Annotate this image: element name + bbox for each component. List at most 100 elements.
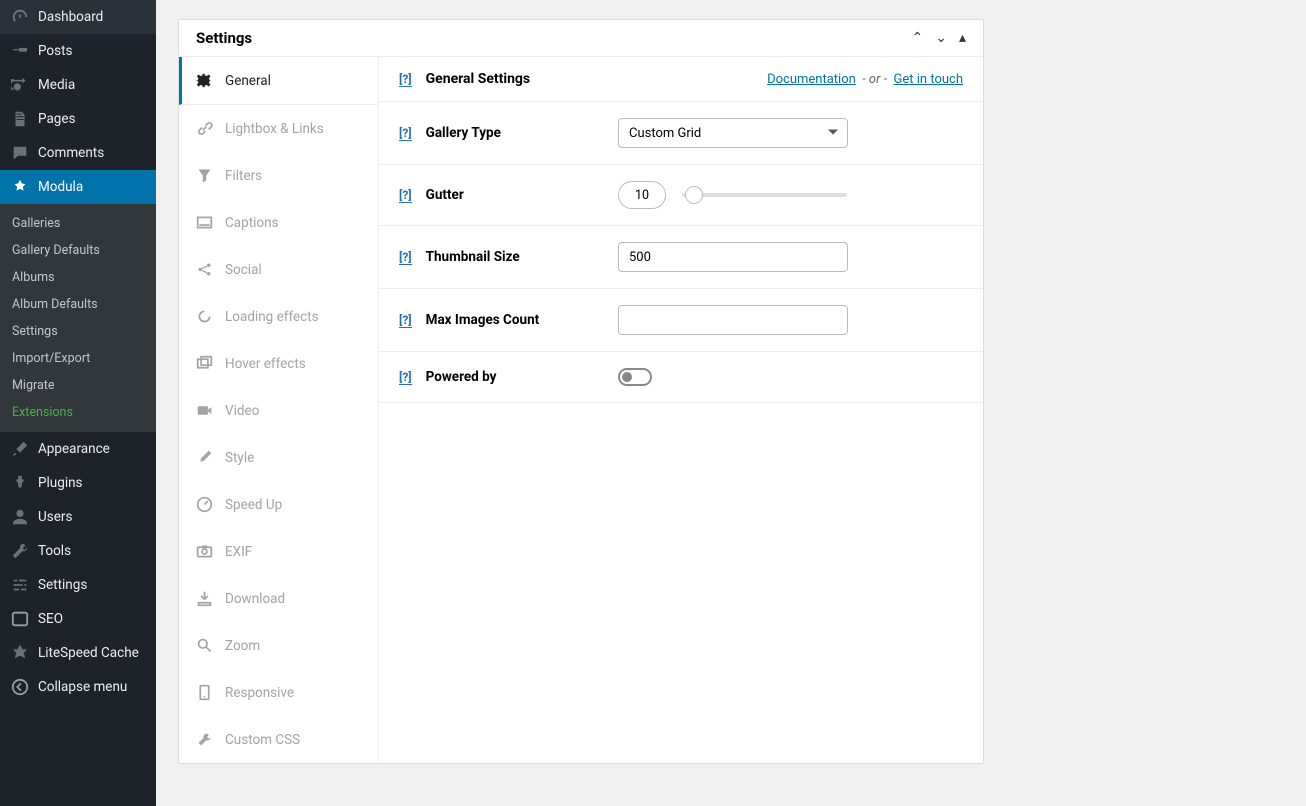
help-icon[interactable]: [?] <box>399 126 412 141</box>
tab-speed-up[interactable]: Speed Up <box>179 481 378 528</box>
sidebar-item-label: Modula <box>38 179 83 195</box>
tab-hover-effects[interactable]: Hover effects <box>179 340 378 387</box>
field-label: Max Images Count <box>426 312 540 328</box>
tab-exif[interactable]: EXIF <box>179 528 378 575</box>
loading-icon <box>196 308 213 325</box>
submenu-item-settings[interactable]: Settings <box>0 318 156 345</box>
sidebar-item-dashboard[interactable]: Dashboard <box>0 0 156 34</box>
download-icon <box>196 590 213 607</box>
tab-responsive[interactable]: Responsive <box>179 669 378 716</box>
help-icon[interactable]: [?] <box>399 72 412 87</box>
toggle-knob <box>622 372 632 382</box>
sidebar-item-media[interactable]: Media <box>0 68 156 102</box>
modula-submenu: GalleriesGallery DefaultsAlbumsAlbum Def… <box>0 204 156 432</box>
postbox-title: Settings <box>196 29 252 47</box>
tab-lightbox-links[interactable]: Lightbox & Links <box>179 105 378 152</box>
tab-filters[interactable]: Filters <box>179 152 378 199</box>
hover-icon <box>196 355 213 372</box>
sidebar-item-tools[interactable]: Tools <box>0 534 156 568</box>
postbox-body: General Lightbox & LinksFiltersCaptionsSo… <box>179 57 983 763</box>
tab-label: Video <box>225 403 259 419</box>
submenu-item-migrate[interactable]: Migrate <box>0 372 156 399</box>
settings-head: [?] General Settings Documentation - or … <box>379 57 983 102</box>
get-in-touch-link[interactable]: Get in touch <box>894 72 963 87</box>
sidebar-item-collapse-menu[interactable]: Collapse menu <box>0 670 156 704</box>
section-title: General Settings <box>426 71 531 87</box>
powered-by-toggle[interactable] <box>618 368 652 386</box>
gallery-type-select[interactable]: Custom Grid <box>618 118 848 148</box>
tab-label: Zoom <box>225 638 260 654</box>
slider-thumb[interactable] <box>685 186 703 204</box>
sidebar-item-pages[interactable]: Pages <box>0 102 156 136</box>
move-up-icon[interactable]: ⌃ <box>912 30 924 46</box>
sidebar-item-settings[interactable]: Settings <box>0 568 156 602</box>
tab-loading-effects[interactable]: Loading effects <box>179 293 378 340</box>
gutter-number-input[interactable] <box>618 181 666 209</box>
sidebar-item-label: Plugins <box>38 475 83 491</box>
sidebar-item-litespeed-cache[interactable]: LiteSpeed Cache <box>0 636 156 670</box>
submenu-item-galleries[interactable]: Galleries <box>0 210 156 237</box>
sidebar-item-label: Collapse menu <box>38 679 127 695</box>
sidebar-item-label: Users <box>38 509 72 525</box>
sidebar-item-comments[interactable]: Comments <box>0 136 156 170</box>
link-icon <box>196 120 213 137</box>
collapse-icon <box>11 678 29 696</box>
tab-label: Custom CSS <box>225 732 300 748</box>
caption-icon <box>196 214 213 231</box>
tab-video[interactable]: Video <box>179 387 378 434</box>
plug-icon <box>11 474 29 492</box>
modula-icon <box>11 178 29 196</box>
help-icon[interactable]: [?] <box>399 250 412 265</box>
media-icon <box>11 76 29 94</box>
field-label: Powered by <box>426 369 497 385</box>
zoom-icon <box>196 637 213 654</box>
brush-icon <box>11 440 29 458</box>
video-icon <box>196 402 213 419</box>
help-icon[interactable]: [?] <box>399 370 412 385</box>
submenu-item-gallery-defaults[interactable]: Gallery Defaults <box>0 237 156 264</box>
speed-icon <box>196 496 213 513</box>
submenu-item-album-defaults[interactable]: Album Defaults <box>0 291 156 318</box>
tab-zoom[interactable]: Zoom <box>179 622 378 669</box>
toggle-collapse-icon[interactable]: ▴ <box>959 30 966 46</box>
field-label: Gutter <box>426 187 464 203</box>
settings-panel: [?] General Settings Documentation - or … <box>379 57 983 763</box>
max-images-input[interactable] <box>618 305 848 335</box>
tab-download[interactable]: Download <box>179 575 378 622</box>
sidebar-item-seo[interactable]: SEO <box>0 602 156 636</box>
submenu-item-import-export[interactable]: Import/Export <box>0 345 156 372</box>
help-icon[interactable]: [?] <box>399 188 412 203</box>
thumbnail-size-input[interactable] <box>618 242 848 272</box>
tab-custom-css[interactable]: Custom CSS <box>179 716 378 763</box>
sidebar-item-label: Tools <box>38 543 71 559</box>
documentation-link[interactable]: Documentation <box>767 72 856 87</box>
sidebar-item-label: Settings <box>38 577 87 593</box>
sidebar-item-plugins[interactable]: Plugins <box>0 466 156 500</box>
tab-social[interactable]: Social <box>179 246 378 293</box>
help-icon[interactable]: [?] <box>399 313 412 328</box>
responsive-icon <box>196 684 213 701</box>
sidebar-item-users[interactable]: Users <box>0 500 156 534</box>
css-icon <box>196 731 213 748</box>
sidebar-item-label: Dashboard <box>38 9 103 25</box>
tab-captions[interactable]: Captions <box>179 199 378 246</box>
pin-icon <box>11 42 29 60</box>
move-down-icon[interactable]: ⌄ <box>935 30 947 46</box>
wp-admin-sidebar: Dashboard PostsMediaPagesComments Modula G… <box>0 0 156 806</box>
gutter-slider[interactable] <box>682 193 847 197</box>
sidebar-item-modula[interactable]: Modula <box>0 170 156 204</box>
sidebar-item-posts[interactable]: Posts <box>0 34 156 68</box>
field-max-images: [?] Max Images Count <box>379 289 983 352</box>
submenu-item-extensions[interactable]: Extensions <box>0 399 156 426</box>
field-powered-by: [?] Powered by <box>379 352 983 403</box>
gear-icon <box>196 72 213 89</box>
user-icon <box>11 508 29 526</box>
tab-label: General <box>225 73 271 89</box>
sidebar-item-appearance[interactable]: Appearance <box>0 432 156 466</box>
tab-style[interactable]: Style <box>179 434 378 481</box>
submenu-item-albums[interactable]: Albums <box>0 264 156 291</box>
tab-label: Hover effects <box>225 356 306 372</box>
seo-icon <box>11 610 29 628</box>
postbox-header-actions: ⌃ ⌄ ▴ <box>912 30 967 46</box>
tab-general[interactable]: General <box>179 57 378 105</box>
